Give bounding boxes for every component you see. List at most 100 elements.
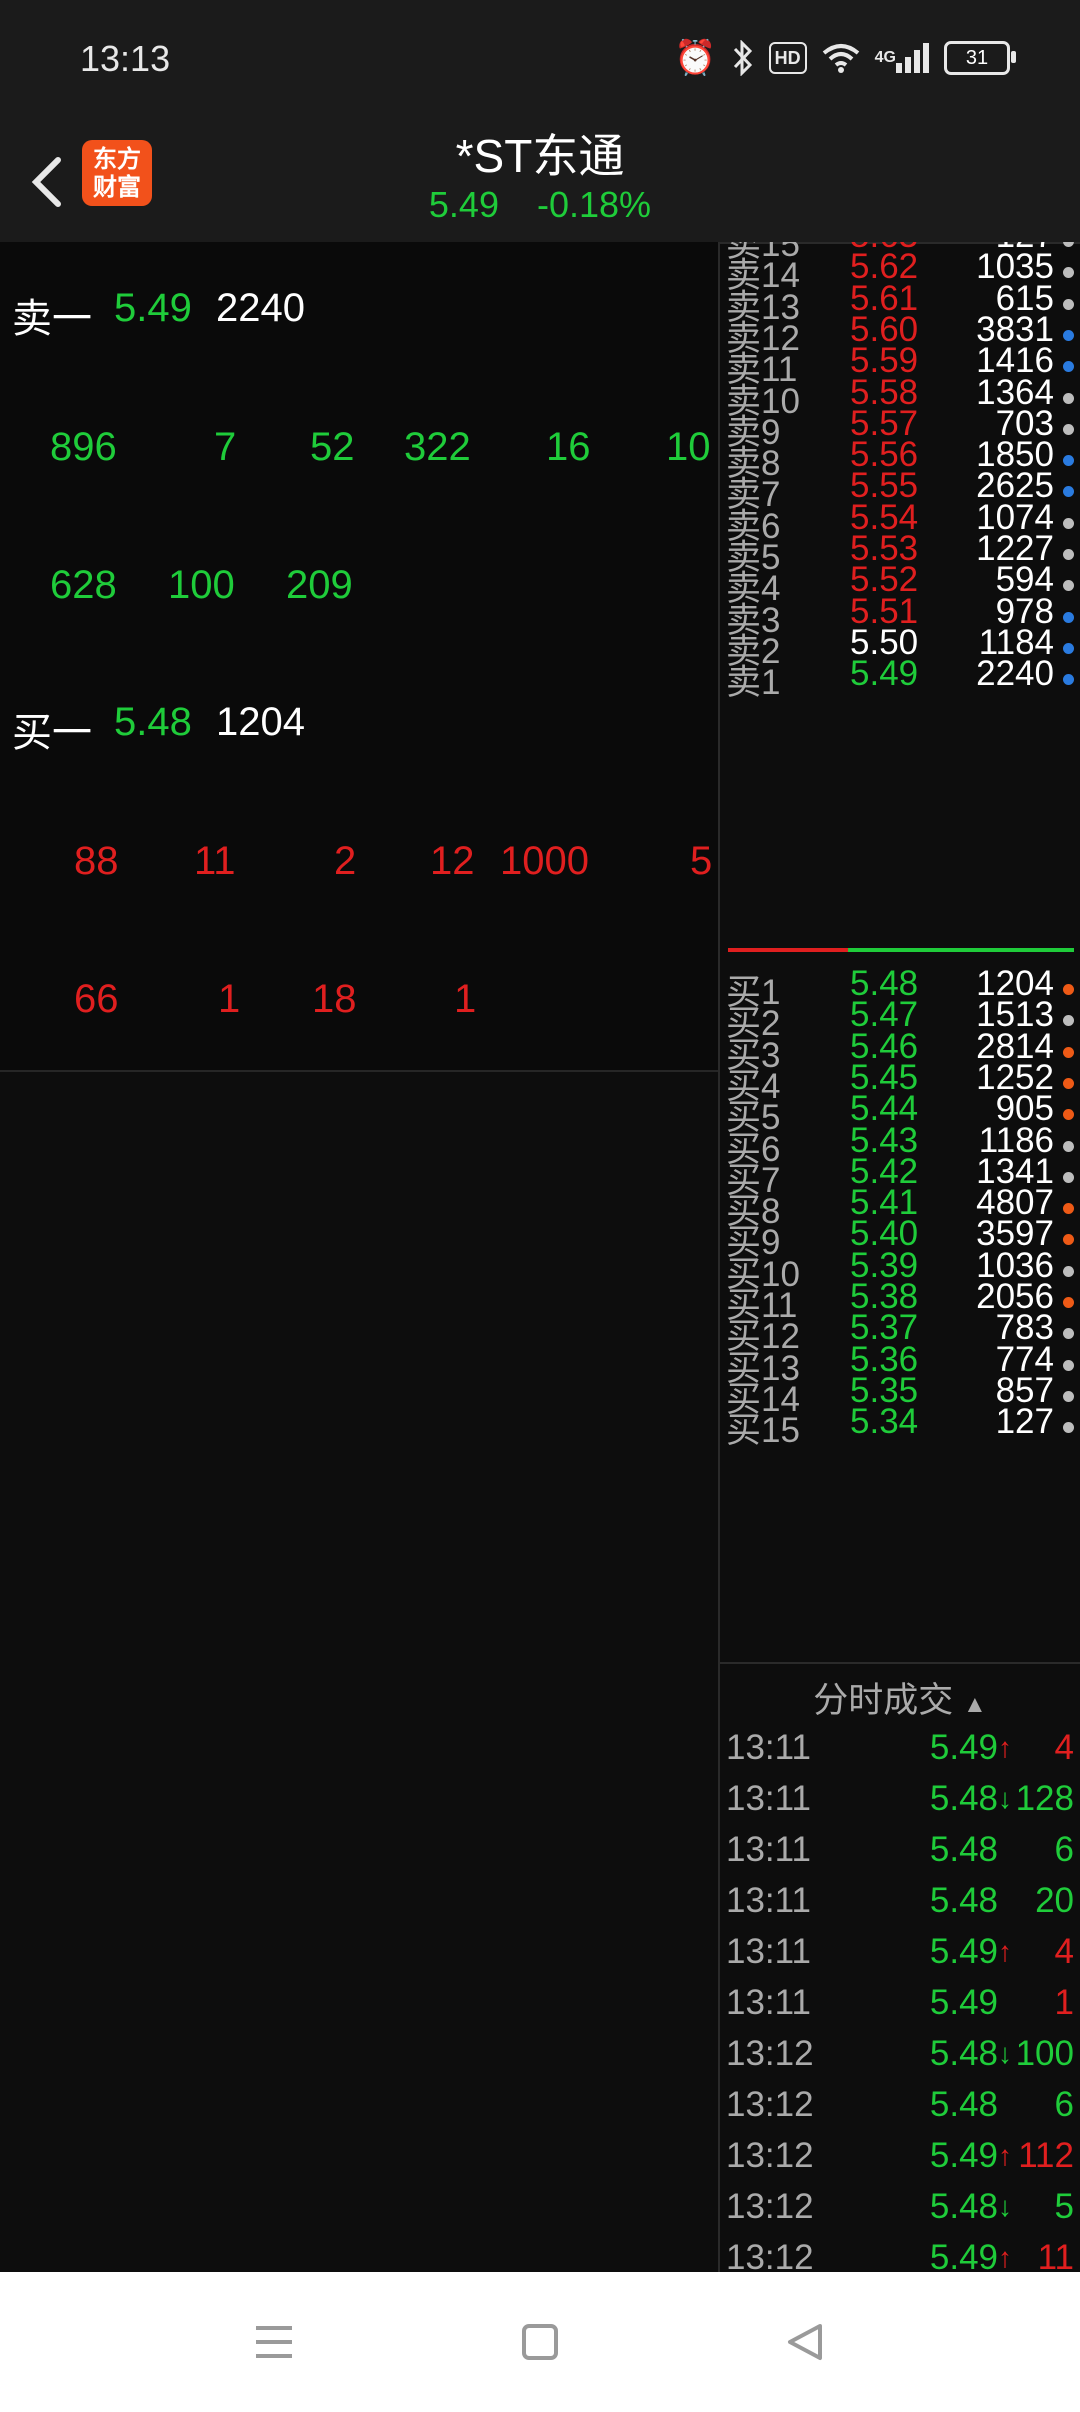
trade-volume: 128	[1015, 1779, 1074, 1818]
level-dot	[1063, 611, 1074, 623]
level-price: 5.34	[850, 1402, 919, 1442]
buy-one-price: 5.48	[114, 700, 192, 744]
trade-volume: 4	[1054, 1932, 1074, 1971]
order-cell: 2	[334, 839, 357, 883]
trade-time: 13:12	[726, 2085, 814, 2124]
order-cell: 1	[454, 977, 477, 1021]
order-cell: 100	[168, 563, 235, 607]
wifi-icon	[821, 36, 861, 80]
trade-row: 13:11 5.48 20	[720, 1881, 1080, 1931]
trade-price: 5.48	[929, 2034, 998, 2073]
arrow-down-icon: ↓	[998, 2038, 1012, 2069]
order-cell: 12	[430, 839, 475, 883]
level-dot	[1063, 423, 1074, 435]
level-label: 卖1	[726, 663, 781, 703]
level-dot	[1063, 329, 1074, 341]
trade-volume: 5	[1054, 2187, 1074, 2226]
sell-orders: 896 7 52 322 16 10 628 100 209	[0, 380, 718, 658]
trade-volume: 6	[1054, 2085, 1074, 2124]
trade-price: 5.49	[929, 1728, 998, 1767]
hd-icon: HD	[768, 42, 807, 74]
trade-time: 13:12	[726, 2136, 814, 2175]
arrow-down-icon: ↓	[998, 2191, 1012, 2222]
order-book[interactable]: 卖155.63127卖145.621035卖135.61615卖125.6038…	[720, 242, 1080, 1662]
trade-row: 13:11 5.48 6	[720, 1830, 1080, 1880]
trade-time: 13:12	[726, 2238, 814, 2274]
status-time: 13:13	[80, 38, 171, 79]
level-dot	[1063, 1234, 1074, 1246]
trade-volume: 1	[1054, 1983, 1074, 2022]
trade-time: 13:12	[726, 2034, 814, 2073]
trade-row: 13:12 5.48 ↓ 100	[720, 2034, 1080, 2084]
trade-price: 5.48	[929, 2085, 998, 2124]
current-price: 5.49	[428, 184, 499, 225]
sell-one-label: 卖一	[12, 297, 92, 341]
level-dot	[1063, 392, 1074, 404]
level-dot	[1063, 242, 1074, 247]
level-dot	[1063, 1265, 1074, 1277]
level-dot	[1063, 1297, 1074, 1308]
trade-row: 13:12 5.49 ↑ 112	[720, 2136, 1080, 2186]
sell-one-volume: 2240	[216, 286, 305, 330]
order-cell: 7	[214, 425, 237, 469]
trade-volume: 6	[1054, 1830, 1074, 1869]
order-cell: 5	[690, 839, 713, 883]
trade-volume: 20	[1035, 1881, 1074, 1920]
arrow-up-icon: ↑	[998, 1936, 1012, 1967]
level-dot	[1063, 1203, 1074, 1215]
order-cell: 209	[286, 563, 353, 607]
home-icon[interactable]	[510, 2312, 570, 2372]
trade-row: 13:11 5.48 ↓ 128	[720, 1779, 1080, 1829]
book-separator	[728, 948, 1074, 952]
trade-price: 5.49	[929, 2238, 998, 2274]
level-dot	[1063, 580, 1074, 592]
book-row[interactable]: 买15 5.34 127	[720, 1402, 1080, 1450]
trade-row: 13:11 5.49 1	[720, 1983, 1080, 2033]
alarm-icon: ⏰	[674, 39, 717, 77]
tick-trades-title: 分时成交	[813, 1681, 954, 1720]
trade-row: 13:11 5.49 ↑ 4	[720, 1728, 1080, 1778]
signal-icon: 4G	[875, 36, 930, 80]
sell-one-row[interactable]: 卖一 5.49 2240	[0, 242, 718, 382]
level-dot	[1063, 1422, 1074, 1434]
trade-volume: 11	[1037, 2238, 1074, 2274]
order-cell: 322	[404, 425, 471, 469]
trade-price: 5.48	[929, 1830, 998, 1869]
buy-one-label: 买一	[12, 711, 92, 755]
level-dot	[1063, 642, 1074, 654]
level-dot	[1063, 486, 1074, 498]
price-change: -0.18%	[537, 184, 652, 225]
trade-row: 13:12 5.48 6	[720, 2085, 1080, 2135]
stock-title: *ST东通	[455, 130, 625, 182]
battery-level: 31	[965, 46, 989, 69]
trade-price: 5.49	[929, 1983, 998, 2022]
level-dot	[1063, 549, 1074, 560]
trade-price: 5.48	[929, 1881, 998, 1920]
level-dot	[1063, 1140, 1074, 1152]
tick-trades-header[interactable]: 分时成交 ▲	[720, 1672, 1080, 1723]
level-volume: 127	[995, 1402, 1054, 1442]
buy-one-row[interactable]: 买一 5.48 1204	[0, 656, 718, 796]
sell-one-price: 5.49	[114, 286, 192, 330]
book-row[interactable]: 卖1 5.49 2240	[720, 654, 1080, 702]
tick-trades[interactable]: 分时成交 ▲ 13:11 5.49 ↑ 4 13:11 5.48 ↓ 128 13:11 5.48…	[720, 1662, 1080, 2274]
price-line: 5.49 -0.18%	[0, 184, 1080, 226]
trade-row: 13:11 5.49 ↑ 4	[720, 1932, 1080, 1982]
order-cell: 896	[50, 425, 117, 469]
battery-icon: 31	[944, 41, 1016, 75]
stock-header: 东方财富 *ST东通 5.49 -0.18%	[0, 120, 1080, 244]
order-cell: 18	[312, 977, 357, 1021]
level-dot	[1063, 455, 1074, 467]
trade-price: 5.48	[929, 2187, 998, 2226]
trade-time: 13:11	[726, 1881, 811, 1920]
trade-price: 5.48	[929, 1779, 998, 1818]
buy-one-volume: 1204	[216, 700, 305, 744]
trade-time: 13:11	[726, 1983, 811, 2022]
buy-orders: 88 11 2 12 1000 5 66 1 18 1	[0, 794, 718, 1072]
back-nav-icon[interactable]	[776, 2312, 836, 2372]
system-nav-bar	[0, 2272, 1080, 2412]
level-price: 5.49	[850, 654, 919, 694]
level-dot	[1063, 517, 1074, 529]
trade-time: 13:11	[726, 1932, 811, 1971]
menu-icon[interactable]	[244, 2312, 304, 2372]
